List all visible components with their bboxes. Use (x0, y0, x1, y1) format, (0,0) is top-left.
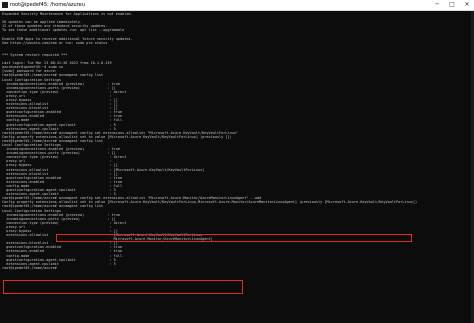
terminal-window: root@ipedef45: /home/azureu ─ □ ✕ Expand… (0, 0, 474, 323)
close-button[interactable]: ✕ (460, 0, 474, 10)
title-bar[interactable]: root@ipedef45: /home/azureu ─ □ ✕ (0, 0, 474, 11)
terminal-line: root@ipedef45:/home/azure# (2, 265, 59, 270)
maximize-button[interactable]: □ (445, 0, 459, 10)
minimize-button[interactable]: ─ (430, 0, 444, 10)
terminal-icon (2, 2, 8, 8)
highlight-box-add-command (56, 234, 412, 242)
highlight-box-allowlist-result (3, 280, 243, 294)
window-title: root@ipedef45: /home/azureu (10, 2, 85, 8)
terminal-output[interactable]: Expanded Security Maintenance for Applic… (2, 12, 472, 323)
